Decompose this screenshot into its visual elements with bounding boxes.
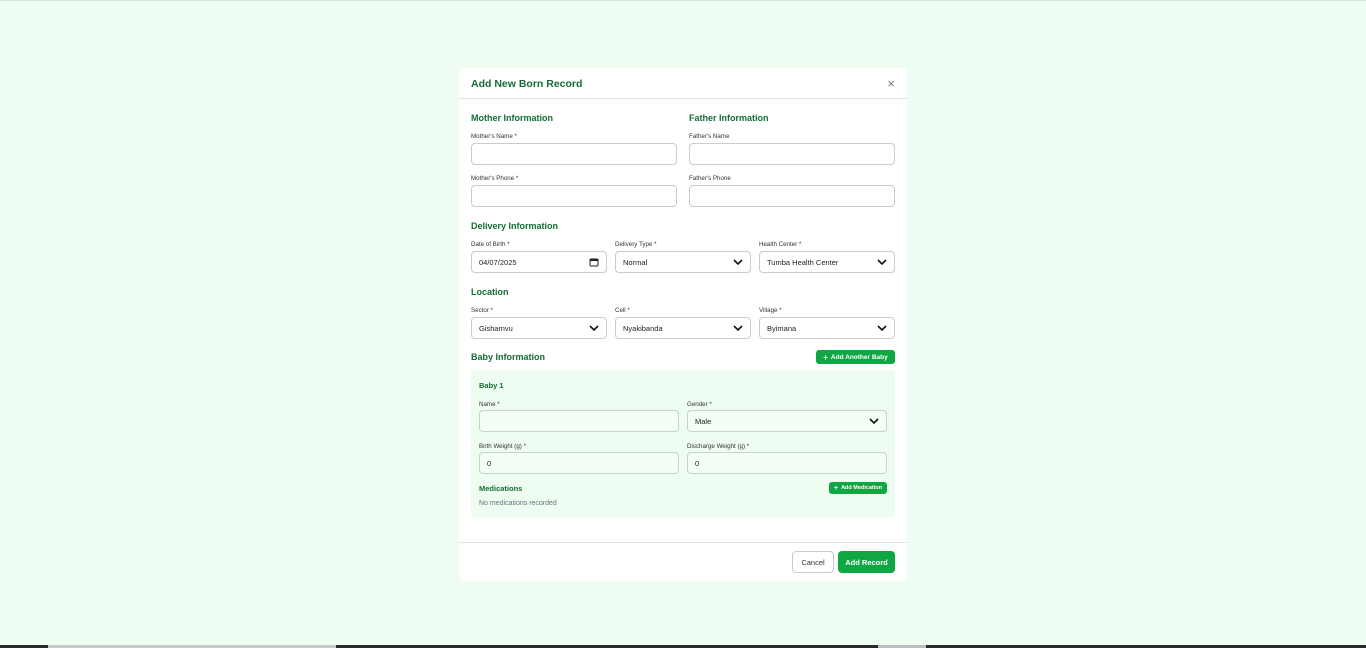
gender-value: Male [695,416,712,426]
plus-icon: + [833,484,839,492]
chevron-down-icon [877,259,887,266]
village-select[interactable]: Byimana [759,317,895,339]
add-record-button[interactable]: Add Record [838,551,895,573]
dob-input[interactable]: 04/07/2025 [471,251,607,273]
baby-section-title: Baby Information [471,352,546,362]
plus-icon: + [823,352,828,362]
baby-card-title: Baby 1 [479,381,504,390]
add-medication-button[interactable]: + Add Medication [829,482,887,494]
delivery-type-label: Delivery Type * [615,241,657,248]
modal-title: Add New Born Record [471,77,583,90]
delivery-type-select[interactable]: Normal [615,251,751,273]
cell-label: Cell * [615,307,630,314]
chevron-down-icon [733,259,743,266]
birth-weight-label: Birth Weight (g) * [479,443,526,450]
add-medication-label: Add Medication [841,485,883,491]
cell-select[interactable]: Nyakibanda [615,317,751,339]
dob-value: 04/07/2025 [479,257,517,267]
mother-phone-label: Mother's Phone * [471,175,519,182]
baby-name-input[interactable] [479,410,679,432]
modal-header: Add New Born Record × [459,68,907,99]
discharge-weight-input[interactable]: 0 [687,452,887,474]
cell-value: Nyakibanda [623,323,663,333]
baby-card: Baby 1 Name * Gender * Male Birth Weight… [471,370,895,518]
dob-label: Date of Birth * [471,241,510,248]
health-center-value: Tumba Health Center [767,257,839,267]
baby-name-label: Name * [479,401,500,408]
delivery-type-value: Normal [623,257,648,267]
village-value: Byimana [767,323,797,333]
gender-label: Gender * [687,401,712,408]
discharge-weight-label: Discharge Weight (g) * [687,443,750,450]
mother-name-input[interactable] [471,143,677,165]
no-medications-text: No medications recorded [479,500,557,507]
add-newborn-modal: Add New Born Record × Mother Information… [459,68,907,581]
medications-title: Medications [479,484,523,493]
cancel-button[interactable]: Cancel [792,551,834,573]
gender-select[interactable]: Male [687,410,887,432]
delivery-section-title: Delivery Information [471,221,559,231]
health-center-label: Health Center * [759,241,802,248]
father-phone-label: Father's Phone [689,175,731,182]
father-name-input[interactable] [689,143,895,165]
father-phone-input[interactable] [689,185,895,207]
mother-section-title: Mother Information [471,113,553,123]
health-center-select[interactable]: Tumba Health Center [759,251,895,273]
sector-value: Gishamvu [479,323,513,333]
location-section-title: Location [471,287,509,297]
chevron-down-icon [589,325,599,332]
chevron-down-icon [877,325,887,332]
chevron-down-icon [869,418,879,425]
mother-name-label: Mother's Name * [471,133,517,140]
father-name-label: Father's Name [689,133,730,140]
calendar-icon[interactable] [589,257,599,267]
mother-phone-input[interactable] [471,185,677,207]
chevron-down-icon [733,325,743,332]
add-another-baby-button[interactable]: + Add Another Baby [816,350,895,364]
birth-weight-input[interactable]: 0 [479,452,679,474]
sector-label: Sector * [471,307,494,314]
modal-footer-divider [459,542,907,543]
add-another-baby-label: Add Another Baby [830,353,888,361]
close-icon[interactable]: × [887,77,895,90]
father-section-title: Father Information [689,113,769,123]
sector-select[interactable]: Gishamvu [471,317,607,339]
village-label: Village * [759,307,782,314]
